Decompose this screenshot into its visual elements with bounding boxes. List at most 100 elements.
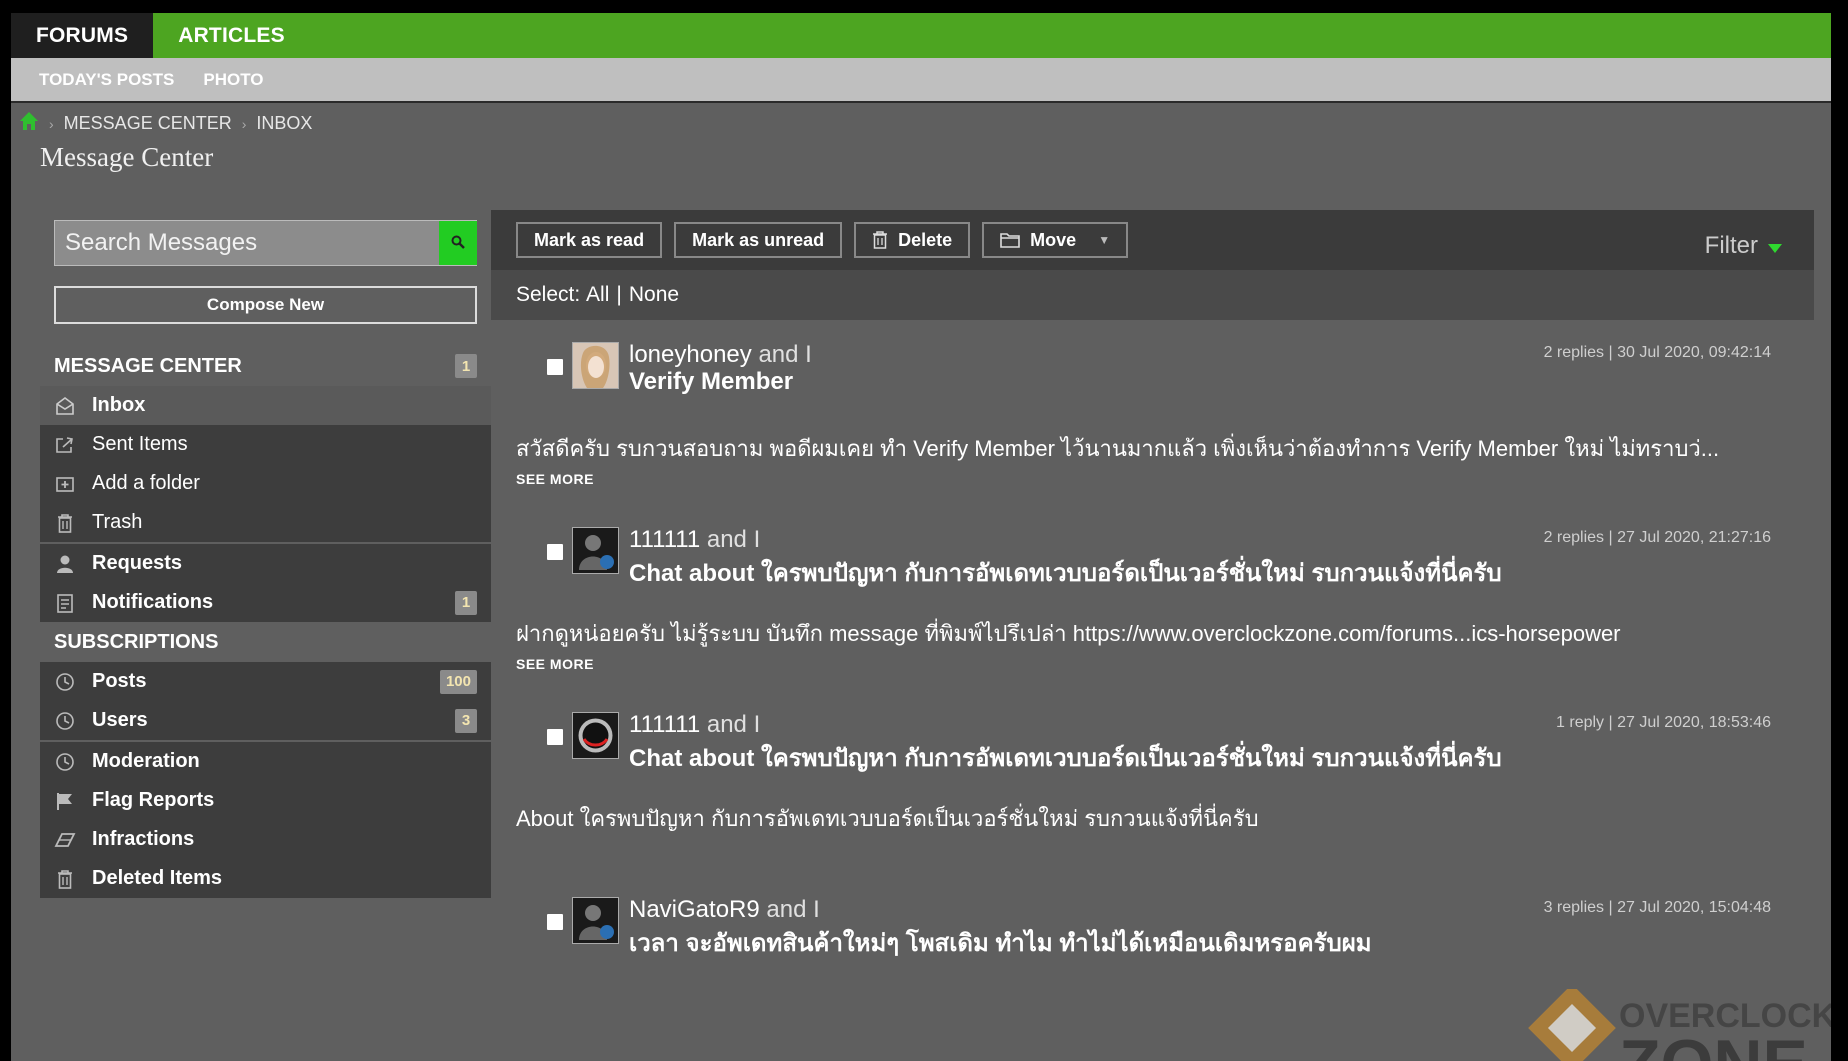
message-subject[interactable]: Chat about ใครพบปัญหา กับการอัพเดทเวบบอร… xyxy=(629,738,1502,777)
message-subject[interactable]: เวลา จะอัพเดทสินค้าใหม่ๆ โพสเดิม ทำไม ทำ… xyxy=(629,923,1372,962)
breadcrumb-message-center[interactable]: MESSAGE CENTER xyxy=(64,113,232,134)
message-center-section: MESSAGE CENTER 1 Inbox Sent Items Add a … xyxy=(40,346,491,622)
add-folder-icon xyxy=(54,473,76,495)
filter-dropdown[interactable]: Filter xyxy=(1705,232,1782,260)
sidebar-item-label: Inbox xyxy=(92,394,146,416)
trash-icon xyxy=(54,512,76,534)
message-checkbox[interactable] xyxy=(547,914,563,930)
message-preview: About ใครพบปัญหา กับการอัพเดทเวบบอร์ดเป็… xyxy=(516,806,1259,831)
sidebar-item-moderation[interactable]: Moderation xyxy=(40,742,491,781)
folder-icon xyxy=(1000,232,1020,248)
chevron-down-icon: ▼ xyxy=(1098,233,1111,247)
search-button[interactable] xyxy=(439,221,477,265)
message-item[interactable]: loneyhoney and I Verify Member 2 replies… xyxy=(491,320,1814,505)
select-all-link[interactable]: All xyxy=(586,283,609,307)
message-subject[interactable]: Chat about ใครพบปัญหา กับการอัพเดทเวบบอร… xyxy=(629,553,1502,592)
compose-new-button[interactable]: Compose New xyxy=(54,286,477,324)
tab-articles[interactable]: ARTICLES xyxy=(153,13,310,58)
sidebar-item-label: Add a folder xyxy=(92,472,200,494)
top-nav: FORUMS ARTICLES xyxy=(11,13,1831,58)
search-input[interactable] xyxy=(55,221,439,265)
message-checkbox[interactable] xyxy=(547,544,563,560)
sidebar-item-sent-items[interactable]: Sent Items xyxy=(40,425,491,464)
eraser-icon xyxy=(54,829,76,851)
select-bar: Select: All | None xyxy=(491,270,1814,320)
sidebar-item-posts[interactable]: Posts 100 xyxy=(40,662,491,701)
message-meta: 2 replies | 27 Jul 2020, 21:27:16 xyxy=(1543,529,1771,546)
filter-label: Filter xyxy=(1704,232,1758,259)
message-subject[interactable]: Verify Member xyxy=(629,368,793,396)
message-participants: NaviGatoR9 and I xyxy=(629,896,820,924)
breadcrumb-separator: › xyxy=(49,115,54,132)
breadcrumb-inbox: INBOX xyxy=(256,113,313,133)
sidebar-item-notifications[interactable]: Notifications 1 xyxy=(40,583,491,622)
message-center-heading: MESSAGE CENTER 1 xyxy=(40,346,491,386)
message-item[interactable]: 111111 and I Chat about ใครพบปัญหา กับกา… xyxy=(491,505,1814,690)
participant-suffix: and I xyxy=(706,526,761,553)
sidebar-item-flag-reports[interactable]: Flag Reports xyxy=(40,781,491,820)
subscriptions-heading: SUBSCRIPTIONS xyxy=(40,622,491,662)
sidebar-item-inbox[interactable]: Inbox xyxy=(40,386,491,425)
sidebar-item-label: Flag Reports xyxy=(92,789,215,811)
avatar[interactable] xyxy=(572,712,619,759)
logo-text-bottom: ZONE xyxy=(1619,1026,1808,1061)
clock-icon xyxy=(54,710,76,732)
participant-suffix: and I xyxy=(758,341,812,368)
avatar[interactable] xyxy=(572,342,619,389)
notifications-icon xyxy=(54,592,76,614)
participant-link[interactable]: 111111 xyxy=(629,711,700,738)
home-icon[interactable] xyxy=(19,111,39,136)
mark-as-unread-button[interactable]: Mark as unread xyxy=(674,222,843,258)
mark-as-read-button[interactable]: Mark as read xyxy=(516,222,663,258)
users-badge: 3 xyxy=(455,708,477,733)
message-item[interactable]: 111111 and I Chat about ใครพบปัญหา กับกา… xyxy=(491,690,1814,875)
sidebar-item-label: Infractions xyxy=(92,828,195,850)
sidebar-item-requests[interactable]: Requests xyxy=(40,544,491,583)
sidebar-item-label: Moderation xyxy=(92,750,200,772)
participant-suffix: and I xyxy=(766,896,820,923)
sidebar-item-label: Deleted Items xyxy=(92,867,223,889)
participant-link[interactable]: 111111 xyxy=(629,526,700,553)
inbox-icon xyxy=(54,395,76,417)
sidebar-item-trash[interactable]: Trash xyxy=(40,503,491,542)
sidebar-item-infractions[interactable]: Infractions xyxy=(40,820,491,859)
app-frame: FORUMS ARTICLES TODAY'S POSTS PHOTO › ME… xyxy=(11,13,1831,1061)
delete-button[interactable]: Delete xyxy=(854,222,971,258)
toolbar: Mark as read Mark as unread Delete Move … xyxy=(491,210,1814,270)
sent-icon xyxy=(54,434,76,456)
participant-link[interactable]: loneyhoney xyxy=(629,341,752,368)
see-more-link[interactable]: SEE MORE xyxy=(516,656,594,672)
trash-icon xyxy=(872,231,888,249)
move-label: Move xyxy=(1030,229,1077,250)
participant-link[interactable]: NaviGatoR9 xyxy=(629,896,760,923)
message-participants: loneyhoney and I xyxy=(629,341,812,369)
sidebar-item-deleted-items[interactable]: Deleted Items xyxy=(40,859,491,898)
message-preview: ฝากดูหน่อยครับ ไม่รู้ระบบ บันทึก message… xyxy=(516,621,1621,646)
message-panel: Mark as read Mark as unread Delete Move … xyxy=(491,210,1814,1060)
select-none-link[interactable]: None xyxy=(629,283,679,307)
message-checkbox[interactable] xyxy=(547,729,563,745)
avatar[interactable] xyxy=(572,897,619,944)
breadcrumb-separator: › xyxy=(241,115,247,132)
subnav-photo[interactable]: PHOTO xyxy=(203,70,263,90)
sidebar-item-users[interactable]: Users 3 xyxy=(40,701,491,740)
sidebar-item-add-folder[interactable]: Add a folder xyxy=(40,464,491,503)
notifications-badge: 1 xyxy=(455,590,477,615)
subnav-todays-posts[interactable]: TODAY'S POSTS xyxy=(39,70,174,90)
search-box xyxy=(54,220,477,266)
subscriptions-list: Posts 100 Users 3 Moderation Flag Report… xyxy=(40,662,491,898)
section-heading: SUBSCRIPTIONS xyxy=(54,630,219,653)
breadcrumb: › MESSAGE CENTER › INBOX xyxy=(19,111,312,136)
sidebar-item-label: Users xyxy=(92,709,148,731)
avatar[interactable] xyxy=(572,527,619,574)
search-icon xyxy=(451,234,465,253)
participant-suffix: and I xyxy=(706,711,761,738)
message-checkbox[interactable] xyxy=(547,359,563,375)
message-participants: 111111 and I xyxy=(629,711,760,739)
move-dropdown[interactable]: Move ▼ xyxy=(982,222,1129,258)
tab-forums[interactable]: FORUMS xyxy=(11,13,154,58)
message-meta: 3 replies | 27 Jul 2020, 15:04:48 xyxy=(1543,899,1771,916)
see-more-link[interactable]: SEE MORE xyxy=(516,471,594,487)
sidebar-item-label: Sent Items xyxy=(92,433,188,455)
message-meta: 1 reply | 27 Jul 2020, 18:53:46 xyxy=(1556,714,1771,731)
